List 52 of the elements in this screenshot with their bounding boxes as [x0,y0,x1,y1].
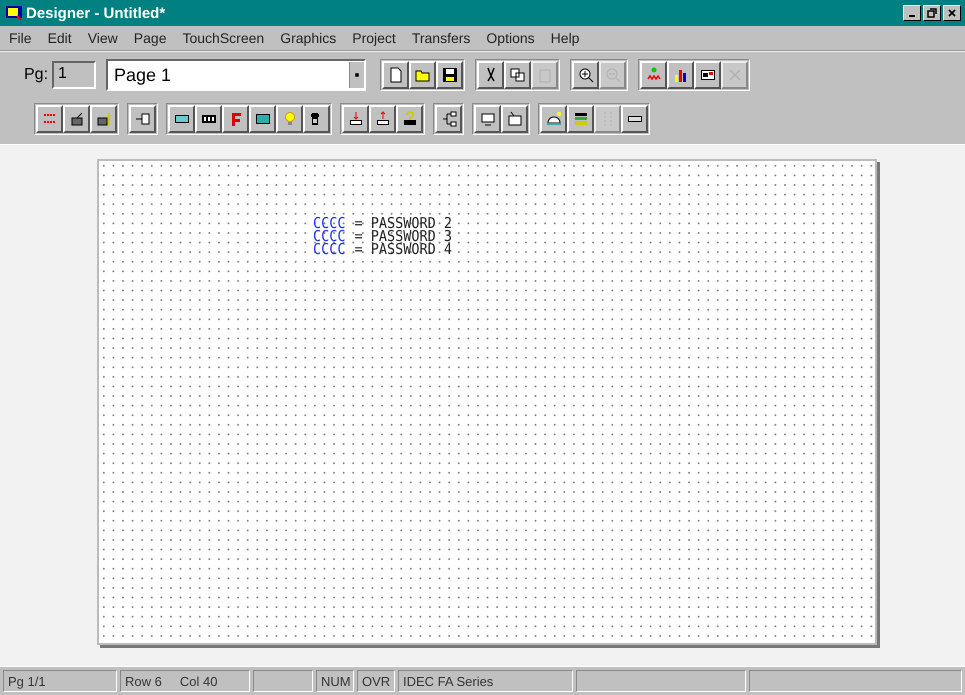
minimize-icon [909,15,915,17]
column-indicator: Col 40 [180,674,218,688]
status-pane: NUM [316,670,354,692]
screen-icon [254,111,270,127]
menu-item[interactable]: Transfers [404,30,480,46]
minimize-button[interactable] [903,5,921,21]
page-icon [388,67,404,83]
page-label: Pg: [24,66,48,84]
menu-item[interactable]: Project [345,30,405,46]
data-tag: CCCC [313,243,346,256]
caret-icon [349,62,364,88]
status-pane: IDEC FA Series [398,670,573,692]
network-icon [646,67,662,83]
data-tag: CCCC [313,217,346,230]
question-icon [402,111,418,127]
canvas-text: = PASSWORD 4 [354,243,452,256]
zoom-in-icon [578,67,594,83]
arrow-down-icon [348,111,364,127]
restore-button[interactable] [923,5,941,21]
close-icon [947,8,957,18]
window-icon [480,111,496,127]
stack-icon [572,111,588,127]
arrow-up-icon [374,111,390,127]
row-indicator: Row 6 [125,674,162,688]
page-dropdown[interactable]: Page 1 [106,59,366,91]
connector-icon [134,111,150,127]
close-button[interactable] [943,5,961,21]
menu-item[interactable]: Graphics [273,30,346,46]
cross-icon [726,67,743,83]
menu-item[interactable]: View [80,30,127,46]
data-tag: CCCC [313,230,346,243]
branch-icon [440,111,456,127]
status-pane: OVR [357,670,395,692]
menu-item[interactable]: Page [126,30,176,46]
status-pane [253,670,313,692]
menu-item[interactable]: TouchScreen [175,30,274,46]
menu-item[interactable]: Help [544,30,588,46]
clipboard-icon [536,67,553,83]
window-title: Designer - Untitled* [26,4,166,22]
copy-icon [510,67,526,83]
menu-item[interactable]: Edit [40,30,81,46]
card-icon [700,67,716,83]
menu-item[interactable]: Options [479,30,544,46]
status-pane: Pg 1/1 [3,670,117,692]
restore-icon [927,8,937,18]
page-number-field[interactable]: 1 [52,61,96,89]
menu-item[interactable]: File [2,30,41,46]
canvas-text: = PASSWORD 2 [354,217,452,230]
monitor-icon [6,6,22,20]
canvas-text: = PASSWORD 3 [354,230,452,243]
bar-chart-icon [672,67,689,83]
zoom-out-icon [604,67,621,83]
